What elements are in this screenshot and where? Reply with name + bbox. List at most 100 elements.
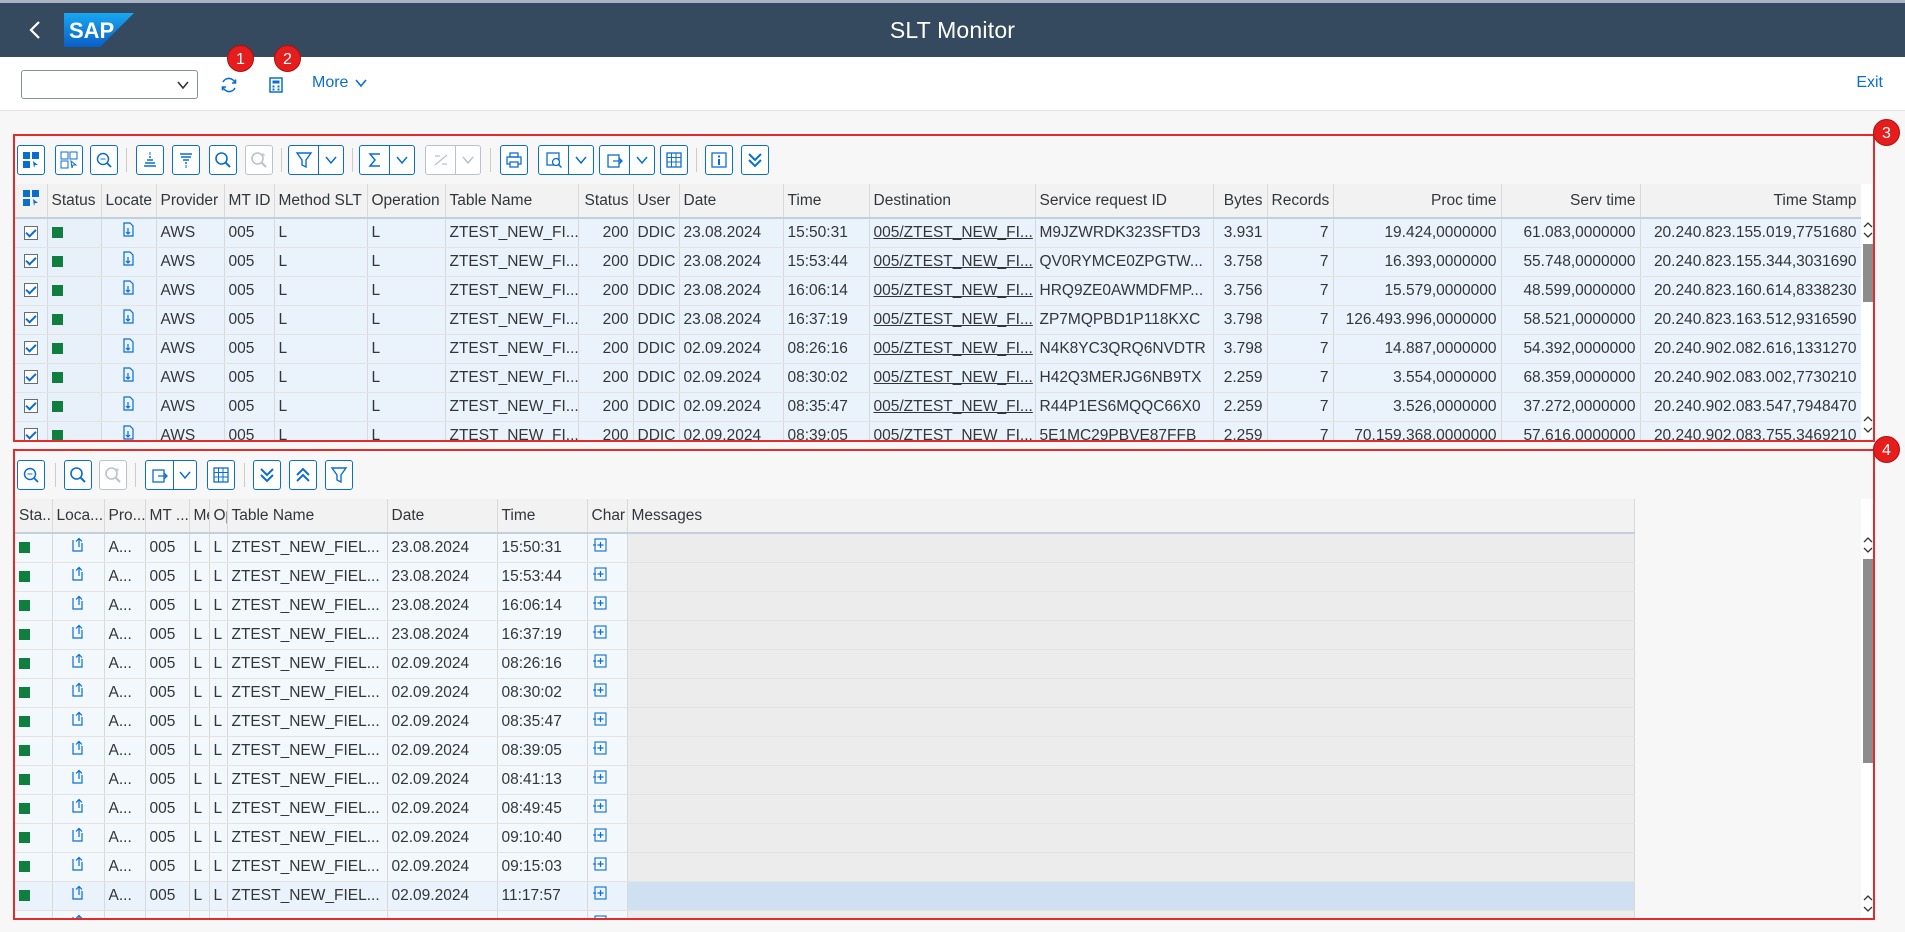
table-row[interactable]: AWS 005 L L ZTEST_NEW_FI... 200 DDIC 02.09.2024… bbox=[15, 421, 1861, 440]
row-checkbox[interactable] bbox=[23, 312, 38, 327]
export-menu-button[interactable] bbox=[599, 145, 655, 175]
locate-cell[interactable] bbox=[101, 363, 157, 393]
change-cell[interactable] bbox=[587, 823, 628, 853]
column-header[interactable]: Time Stamp bbox=[1640, 184, 1861, 219]
table-row[interactable]: A...005LLZTEST_NEW_FIEL...02.09.202411:1… bbox=[15, 881, 1635, 911]
table-row[interactable]: A... 005 L L ZTEST_NEW_FIEL... 02.09.2024 09:1… bbox=[15, 823, 1635, 853]
locate-cell[interactable] bbox=[52, 591, 105, 621]
details-button[interactable] bbox=[90, 145, 118, 175]
locate-cell[interactable] bbox=[101, 276, 157, 306]
row-checkbox-cell[interactable] bbox=[15, 305, 48, 335]
column-header[interactable]: Destination bbox=[869, 184, 1036, 219]
column-header[interactable]: Locate bbox=[101, 184, 157, 219]
table-row[interactable]: AWS 005 L L ZTEST_NEW_FI... 200 DDIC 23.08.2024… bbox=[15, 305, 1861, 335]
column-header[interactable]: Op bbox=[209, 499, 228, 534]
column-header[interactable]: Me bbox=[189, 499, 210, 534]
select-layout-button[interactable] bbox=[17, 145, 45, 175]
print-preview-button[interactable] bbox=[500, 145, 528, 175]
column-header[interactable]: Status bbox=[47, 184, 102, 219]
find-next-button[interactable] bbox=[245, 145, 273, 175]
column-header[interactable]: Pro... bbox=[104, 499, 146, 534]
table-row[interactable]: A...005LLZTEST_NEW_FIEL...02.09.202411:1… bbox=[15, 910, 1635, 918]
locate-cell[interactable] bbox=[52, 707, 105, 737]
change-cell[interactable] bbox=[587, 881, 628, 911]
table-row[interactable]: AWS 005 L L ZTEST_NEW_FI... 200 DDIC 23.08.2024… bbox=[15, 276, 1861, 306]
column-header[interactable]: Time bbox=[783, 184, 870, 219]
column-header[interactable]: MT ... bbox=[145, 499, 190, 534]
column-header[interactable]: Proc time bbox=[1333, 184, 1502, 219]
column-header[interactable]: User bbox=[633, 184, 680, 219]
column-header[interactable]: Bytes bbox=[1213, 184, 1268, 219]
lower-layout-button[interactable] bbox=[207, 460, 235, 490]
column-header[interactable]: Table Name bbox=[445, 184, 579, 219]
lower-details-button[interactable] bbox=[17, 460, 45, 490]
column-header[interactable]: Operation bbox=[367, 184, 446, 219]
locate-cell[interactable] bbox=[101, 334, 157, 364]
subtotal-menu-button[interactable] bbox=[425, 145, 481, 175]
column-header[interactable]: Status bbox=[578, 184, 634, 219]
row-checkbox[interactable] bbox=[23, 370, 38, 385]
column-header[interactable]: Date bbox=[679, 184, 784, 219]
row-checkbox-cell[interactable] bbox=[15, 218, 48, 248]
locate-cell[interactable] bbox=[52, 736, 105, 766]
filter-menu-button[interactable] bbox=[288, 145, 344, 175]
destination-link[interactable]: 005/ZTEST_NEW_FI... bbox=[869, 392, 1036, 422]
exit-button[interactable]: Exit bbox=[1856, 74, 1883, 92]
table-row[interactable]: A... 005 L L ZTEST_NEW_FIEL... 23.08.2024 16:0… bbox=[15, 591, 1635, 621]
change-cell[interactable] bbox=[587, 678, 628, 708]
locate-cell[interactable] bbox=[101, 218, 157, 248]
destination-link[interactable]: 005/ZTEST_NEW_FI... bbox=[869, 334, 1036, 364]
row-checkbox[interactable] bbox=[23, 399, 38, 414]
column-header[interactable]: Time bbox=[497, 499, 588, 534]
table-row[interactable]: AWS 005 L L ZTEST_NEW_FI... 200 DDIC 02.09.2024… bbox=[15, 392, 1861, 422]
more-menu-button[interactable]: More bbox=[312, 74, 368, 92]
destination-link[interactable]: 005/ZTEST_NEW_FI... bbox=[869, 305, 1036, 335]
table-row[interactable]: A... 005 L L ZTEST_NEW_FIEL... 02.09.2024 08:4… bbox=[15, 794, 1635, 824]
row-checkbox[interactable] bbox=[23, 341, 38, 356]
layout-button[interactable] bbox=[660, 145, 688, 175]
column-header[interactable]: Serv time bbox=[1501, 184, 1641, 219]
locate-cell[interactable] bbox=[52, 649, 105, 679]
column-header[interactable]: Service request ID bbox=[1035, 184, 1214, 219]
table-row[interactable]: A... 005 L L ZTEST_NEW_FIEL... 02.09.2024 08:4… bbox=[15, 765, 1635, 795]
row-checkbox-cell[interactable] bbox=[15, 334, 48, 364]
column-header[interactable]: Sta... bbox=[15, 499, 53, 534]
locate-cell[interactable] bbox=[101, 392, 157, 422]
locate-cell[interactable] bbox=[52, 678, 105, 708]
table-row[interactable]: A... 005 L L ZTEST_NEW_FIEL... 02.09.2024 08:2… bbox=[15, 649, 1635, 679]
lower-scroll-thumb[interactable] bbox=[1863, 559, 1873, 763]
column-header[interactable]: Records bbox=[1267, 184, 1334, 219]
column-header[interactable]: Char bbox=[587, 499, 628, 534]
destination-link[interactable]: 005/ZTEST_NEW_FI... bbox=[869, 247, 1036, 277]
refresh-button[interactable] bbox=[215, 71, 243, 99]
table-row[interactable]: A... 005 L L ZTEST_NEW_FIEL... 02.09.2024 08:3… bbox=[15, 678, 1635, 708]
table-row[interactable]: A... 005 L L ZTEST_NEW_FIEL... 02.09.2024 08:3… bbox=[15, 707, 1635, 737]
table-row[interactable]: A... 005 L L ZTEST_NEW_FIEL... 23.08.2024 15:5… bbox=[15, 562, 1635, 592]
destination-link[interactable]: 005/ZTEST_NEW_FI... bbox=[869, 421, 1036, 440]
find-button[interactable] bbox=[209, 145, 237, 175]
locate-cell[interactable] bbox=[101, 421, 157, 440]
views-menu-button[interactable] bbox=[538, 145, 594, 175]
table-row[interactable]: A... 005 L L ZTEST_NEW_FIEL... 02.09.2024 08:3… bbox=[15, 736, 1635, 766]
column-header[interactable]: Provider bbox=[156, 184, 225, 219]
change-cell[interactable] bbox=[587, 794, 628, 824]
lower-filter-button[interactable] bbox=[325, 460, 353, 490]
lower-collapse-all-button[interactable] bbox=[289, 460, 317, 490]
locate-cell[interactable] bbox=[52, 852, 105, 882]
locate-cell[interactable] bbox=[52, 533, 105, 563]
sort-ascending-button[interactable] bbox=[136, 145, 164, 175]
variant-select[interactable] bbox=[21, 70, 198, 99]
column-header[interactable]: Method SLT bbox=[274, 184, 368, 219]
locate-cell[interactable] bbox=[101, 305, 157, 335]
lower-find-button[interactable] bbox=[64, 460, 92, 490]
locate-cell[interactable] bbox=[52, 881, 105, 911]
select-all-header[interactable] bbox=[15, 184, 48, 219]
information-button[interactable] bbox=[705, 145, 733, 175]
lower-vertical-scrollbar[interactable] bbox=[1861, 533, 1873, 918]
change-cell[interactable] bbox=[587, 765, 628, 795]
locate-cell[interactable] bbox=[52, 562, 105, 592]
table-row[interactable]: A... 005 L L ZTEST_NEW_FIEL... 23.08.2024 15:5… bbox=[15, 533, 1635, 563]
row-checkbox-cell[interactable] bbox=[15, 363, 48, 393]
destination-link[interactable]: 005/ZTEST_NEW_FI... bbox=[869, 218, 1036, 248]
column-header[interactable]: Messages bbox=[627, 499, 1635, 534]
